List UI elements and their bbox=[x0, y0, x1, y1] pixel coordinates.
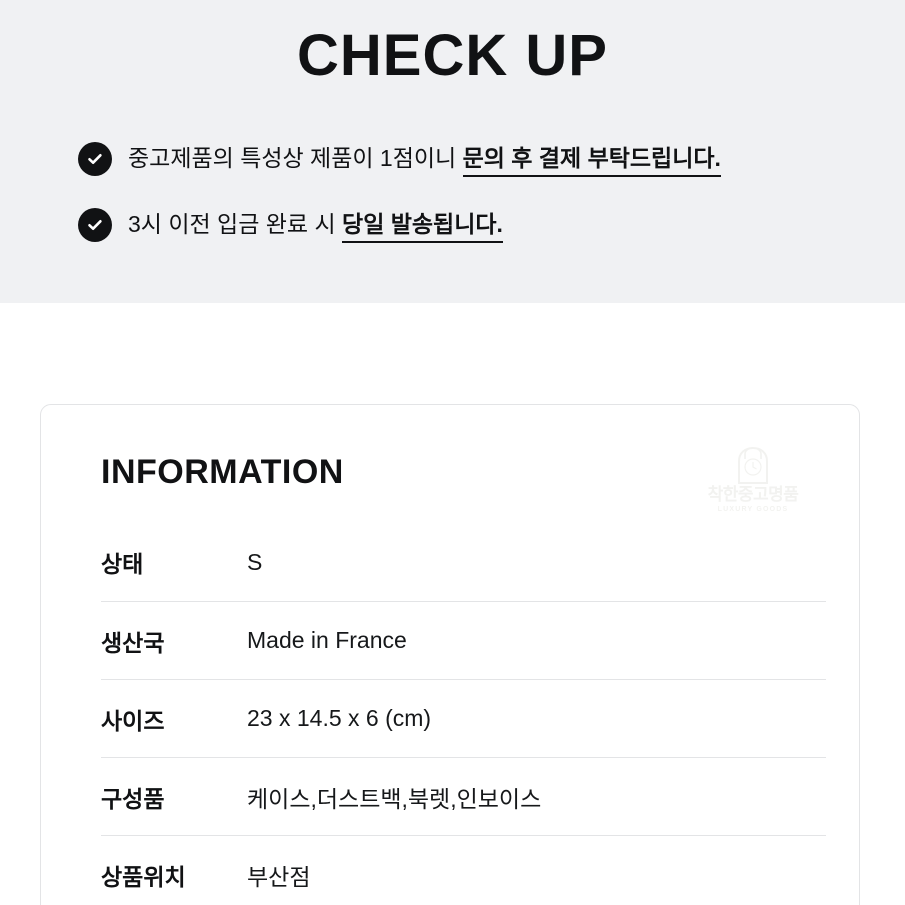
table-row: 구성품 케이스,더스트백,북렛,인보이스 bbox=[101, 757, 826, 835]
checkup-item-2-emphasis: 당일 발송됩니다. bbox=[342, 211, 503, 244]
row-value-origin: Made in France bbox=[247, 627, 407, 653]
row-value-components: 케이스,더스트백,북렛,인보이스 bbox=[247, 785, 542, 812]
checkup-item-2-plain: 3시 이전 입금 완료 시 bbox=[128, 211, 343, 238]
row-value-size: 23 x 14.5 x 6 (cm) bbox=[247, 705, 432, 731]
checkup-item-1-emphasis: 문의 후 결제 부탁드립니다. bbox=[462, 145, 721, 178]
checkup-list: 중고제품의 특성상 제품이 1점이니 문의 후 결제 부탁드립니다. 3시 이전… bbox=[78, 133, 898, 265]
checkup-title: CHECK UP bbox=[297, 23, 608, 88]
checkup-section: CHECK UP 중고제품의 특성상 제품이 1점이니 문의 후 결제 부탁드립… bbox=[0, 0, 905, 303]
table-row: 생산국 Made in France bbox=[101, 601, 826, 679]
product-detail-page: CHECK UP 중고제품의 특성상 제품이 1점이니 문의 후 결제 부탁드립… bbox=[0, 0, 905, 905]
check-circle-icon bbox=[78, 208, 112, 242]
table-row: 상태 S bbox=[101, 523, 826, 601]
watermark-english-text: LUXURY GOODS bbox=[717, 506, 789, 513]
information-title: INFORMATION bbox=[101, 453, 344, 491]
information-table: 상태 S 생산국 Made in France 사이즈 23 x 14.5 x … bbox=[101, 523, 826, 905]
row-label-location: 상품위치 bbox=[101, 863, 186, 890]
brand-watermark: 착한중고명품 LUXURY GOODS bbox=[689, 445, 817, 513]
table-row: 사이즈 23 x 14.5 x 6 (cm) bbox=[101, 679, 826, 757]
row-label-size: 사이즈 bbox=[101, 707, 165, 734]
checkup-item-2-text: 3시 이전 입금 완료 시 당일 발송됩니다. bbox=[128, 209, 503, 244]
bag-logo-icon bbox=[738, 446, 768, 484]
checkup-item-1-plain: 중고제품의 특성상 제품이 1점이니 bbox=[128, 145, 463, 172]
row-value-location: 부산점 bbox=[247, 863, 311, 890]
row-label-status: 상태 bbox=[101, 551, 144, 577]
checkup-item-1: 중고제품의 특성상 제품이 1점이니 문의 후 결제 부탁드립니다. bbox=[78, 133, 898, 185]
row-label-origin: 생산국 bbox=[101, 629, 165, 656]
row-value-status: S bbox=[247, 548, 263, 575]
checkup-item-1-text: 중고제품의 특성상 제품이 1점이니 문의 후 결제 부탁드립니다. bbox=[128, 143, 721, 178]
checkup-item-2: 3시 이전 입금 완료 시 당일 발송됩니다. bbox=[78, 199, 898, 251]
watermark-korean-text: 착한중고명품 bbox=[707, 485, 799, 504]
information-card: INFORMATION 착한중고명품 LUXURY GOODS 상태 S 생산국… bbox=[40, 404, 860, 905]
row-label-components: 구성품 bbox=[101, 785, 165, 812]
table-row: 상품위치 부산점 bbox=[101, 835, 826, 905]
check-circle-icon bbox=[78, 142, 112, 176]
